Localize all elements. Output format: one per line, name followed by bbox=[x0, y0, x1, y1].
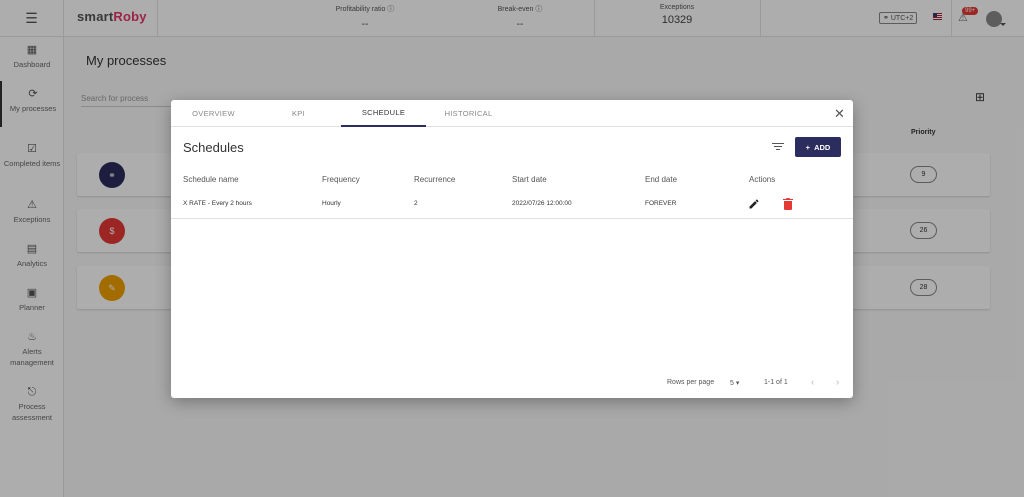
filter-icon[interactable] bbox=[771, 141, 785, 153]
rows-per-page-label: Rows per page bbox=[667, 379, 715, 386]
column-header-frequency: Frequency bbox=[322, 175, 360, 184]
row-divider bbox=[171, 218, 853, 219]
edit-icon[interactable] bbox=[748, 198, 760, 210]
pagination-range: 1-1 of 1 bbox=[764, 379, 788, 386]
chevron-left-icon[interactable]: ‹ bbox=[811, 377, 814, 388]
chevron-right-icon[interactable]: › bbox=[836, 377, 839, 388]
column-header-end-date: End date bbox=[645, 175, 678, 184]
close-icon[interactable]: ✕ bbox=[834, 106, 845, 122]
process-dialog: OVERVIEW KPI SCHEDULE HISTORICAL ✕ Sched… bbox=[171, 100, 853, 398]
delete-icon[interactable] bbox=[783, 198, 793, 210]
dialog-title: Schedules bbox=[183, 140, 244, 155]
cell-schedule-name: X RATE - Every 2 hours bbox=[183, 200, 252, 207]
tab-historical[interactable]: HISTORICAL bbox=[426, 100, 511, 127]
tab-overview[interactable]: OVERVIEW bbox=[171, 100, 256, 127]
column-header-start-date: Start date bbox=[512, 175, 547, 184]
cell-recurrence: 2 bbox=[414, 200, 418, 207]
chevron-down-icon: ▾ bbox=[735, 380, 740, 387]
cell-start-date: 2022/07/26 12:00:00 bbox=[512, 200, 572, 207]
column-header-schedule-name: Schedule name bbox=[183, 175, 239, 184]
rows-per-page-select[interactable]: 5 ▾ bbox=[730, 379, 739, 387]
cell-end-date: FOREVER bbox=[645, 200, 677, 207]
add-schedule-button[interactable]: + ADD bbox=[795, 137, 841, 157]
dialog-tabs: OVERVIEW KPI SCHEDULE HISTORICAL bbox=[171, 100, 853, 127]
tab-kpi[interactable]: KPI bbox=[256, 100, 341, 127]
tab-schedule[interactable]: SCHEDULE bbox=[341, 100, 426, 127]
column-header-recurrence: Recurrence bbox=[414, 175, 456, 184]
plus-icon: + bbox=[805, 142, 811, 152]
column-header-actions: Actions bbox=[749, 175, 776, 184]
cell-frequency: Hourly bbox=[322, 200, 341, 207]
